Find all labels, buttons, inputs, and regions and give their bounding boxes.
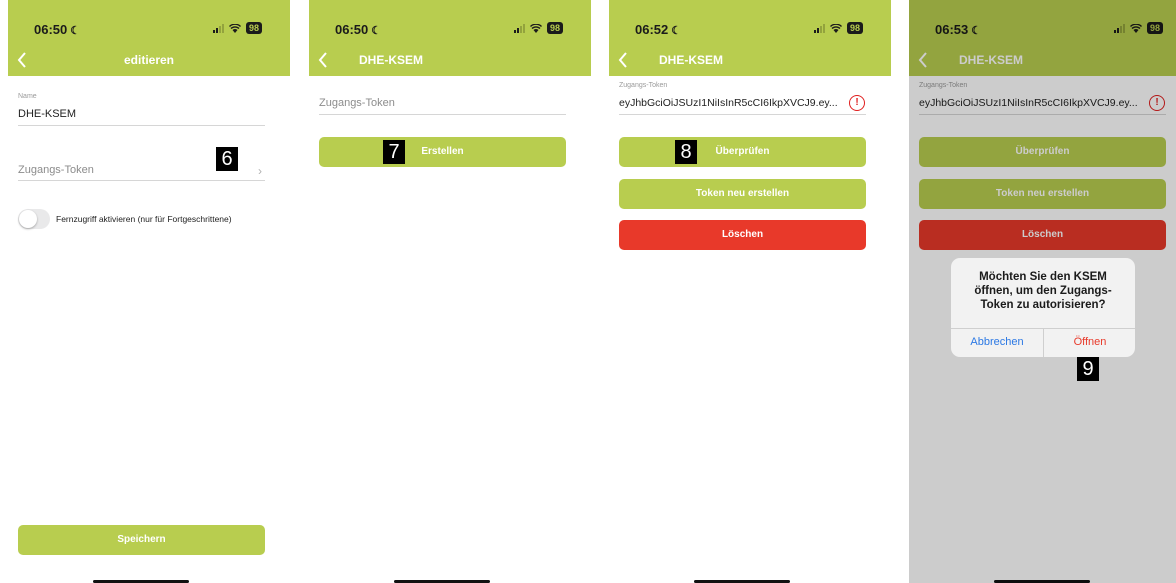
name-field[interactable]: DHE-KSEM bbox=[18, 108, 76, 120]
exclamation-circle-icon: ! bbox=[849, 95, 865, 111]
token-label: Zugangs-Token bbox=[619, 82, 668, 89]
screen-create-token: 06:50 ☾ 98 DHE-KSEM Zugangs-Token Erstell… bbox=[309, 0, 591, 583]
token-underline bbox=[18, 180, 265, 181]
battery-icon: 98 bbox=[546, 22, 563, 34]
remote-access-toggle[interactable] bbox=[18, 209, 50, 229]
wifi-icon bbox=[829, 23, 842, 33]
token-underline bbox=[619, 114, 866, 115]
remote-access-label: Fernzugriff aktivieren (nur für Fortgesc… bbox=[56, 214, 232, 224]
screen-open-dialog: 06:53 ☾ 98 DHE-KSEM Zugangs-Token eyJhbGc… bbox=[909, 0, 1176, 583]
system-icons: 98 bbox=[513, 22, 563, 34]
moon-icon: ☾ bbox=[371, 25, 382, 37]
status-bar: 06:50 ☾ 98 bbox=[8, 0, 290, 44]
delete-button[interactable]: Löschen bbox=[619, 220, 866, 250]
verify-button[interactable]: Überprüfen bbox=[619, 137, 866, 167]
token-field[interactable]: eyJhbGciOiJSUzI1NiIsInR5cCI6IkpXVCJ9.ey.… bbox=[619, 97, 838, 109]
page-title: editieren bbox=[123, 53, 174, 67]
system-icons: 98 bbox=[813, 22, 863, 34]
create-button[interactable]: Erstellen bbox=[319, 137, 566, 167]
token-field[interactable]: Zugangs-Token bbox=[18, 164, 94, 176]
screen-verify-token: 06:52 ☾ 98 DHE-KSEM Zugangs-Token eyJhbGc… bbox=[609, 0, 891, 583]
name-label: Name bbox=[18, 93, 37, 100]
dialog-message: Möchten Sie den KSEM öffnen, um den Zuga… bbox=[974, 271, 1112, 311]
step-badge: 6 bbox=[216, 147, 238, 171]
step-badge: 9 bbox=[1077, 357, 1099, 381]
nav-bar: DHE-KSEM bbox=[309, 44, 591, 76]
status-time: 06:52 ☾ bbox=[635, 22, 682, 37]
step-badge: 7 bbox=[383, 140, 405, 164]
page-title: DHE-KSEM bbox=[659, 53, 724, 67]
token-underline bbox=[319, 114, 566, 115]
name-underline bbox=[18, 125, 265, 126]
toggle-knob bbox=[19, 210, 37, 228]
open-button[interactable]: Öffnen bbox=[1044, 328, 1135, 357]
save-button[interactable]: Speichern bbox=[18, 525, 265, 555]
open-ksem-dialog: Möchten Sie den KSEM öffnen, um den Zuga… bbox=[951, 258, 1135, 357]
regenerate-token-button[interactable]: Token neu erstellen bbox=[619, 179, 866, 209]
battery-icon: 98 bbox=[245, 22, 262, 34]
status-time: 06:50 ☾ bbox=[335, 22, 382, 37]
signal-icon bbox=[813, 23, 825, 33]
nav-bar: DHE-KSEM bbox=[609, 44, 891, 76]
moon-icon: ☾ bbox=[70, 25, 81, 37]
system-icons: 98 bbox=[212, 22, 262, 34]
step-badge: 8 bbox=[675, 140, 697, 164]
moon-icon: ☾ bbox=[671, 25, 682, 37]
back-icon[interactable] bbox=[315, 50, 331, 70]
status-bar: 06:50 ☾ 98 bbox=[309, 0, 591, 44]
page-title: DHE-KSEM bbox=[359, 53, 424, 67]
status-time: 06:50 ☾ bbox=[34, 22, 81, 37]
token-field[interactable]: Zugangs-Token bbox=[319, 97, 395, 109]
battery-icon: 98 bbox=[846, 22, 863, 34]
screen-edit: 06:50 ☾ 98 editieren Name DHE-KSEM Zugang… bbox=[8, 0, 290, 583]
signal-icon bbox=[212, 23, 224, 33]
wifi-icon bbox=[529, 23, 542, 33]
wifi-icon bbox=[228, 23, 241, 33]
status-bar: 06:52 ☾ 98 bbox=[609, 0, 891, 44]
signal-icon bbox=[513, 23, 525, 33]
nav-bar: editieren bbox=[8, 44, 290, 76]
cancel-button[interactable]: Abbrechen bbox=[951, 328, 1043, 357]
back-icon[interactable] bbox=[615, 50, 631, 70]
chevron-right-icon[interactable]: › bbox=[258, 164, 262, 178]
